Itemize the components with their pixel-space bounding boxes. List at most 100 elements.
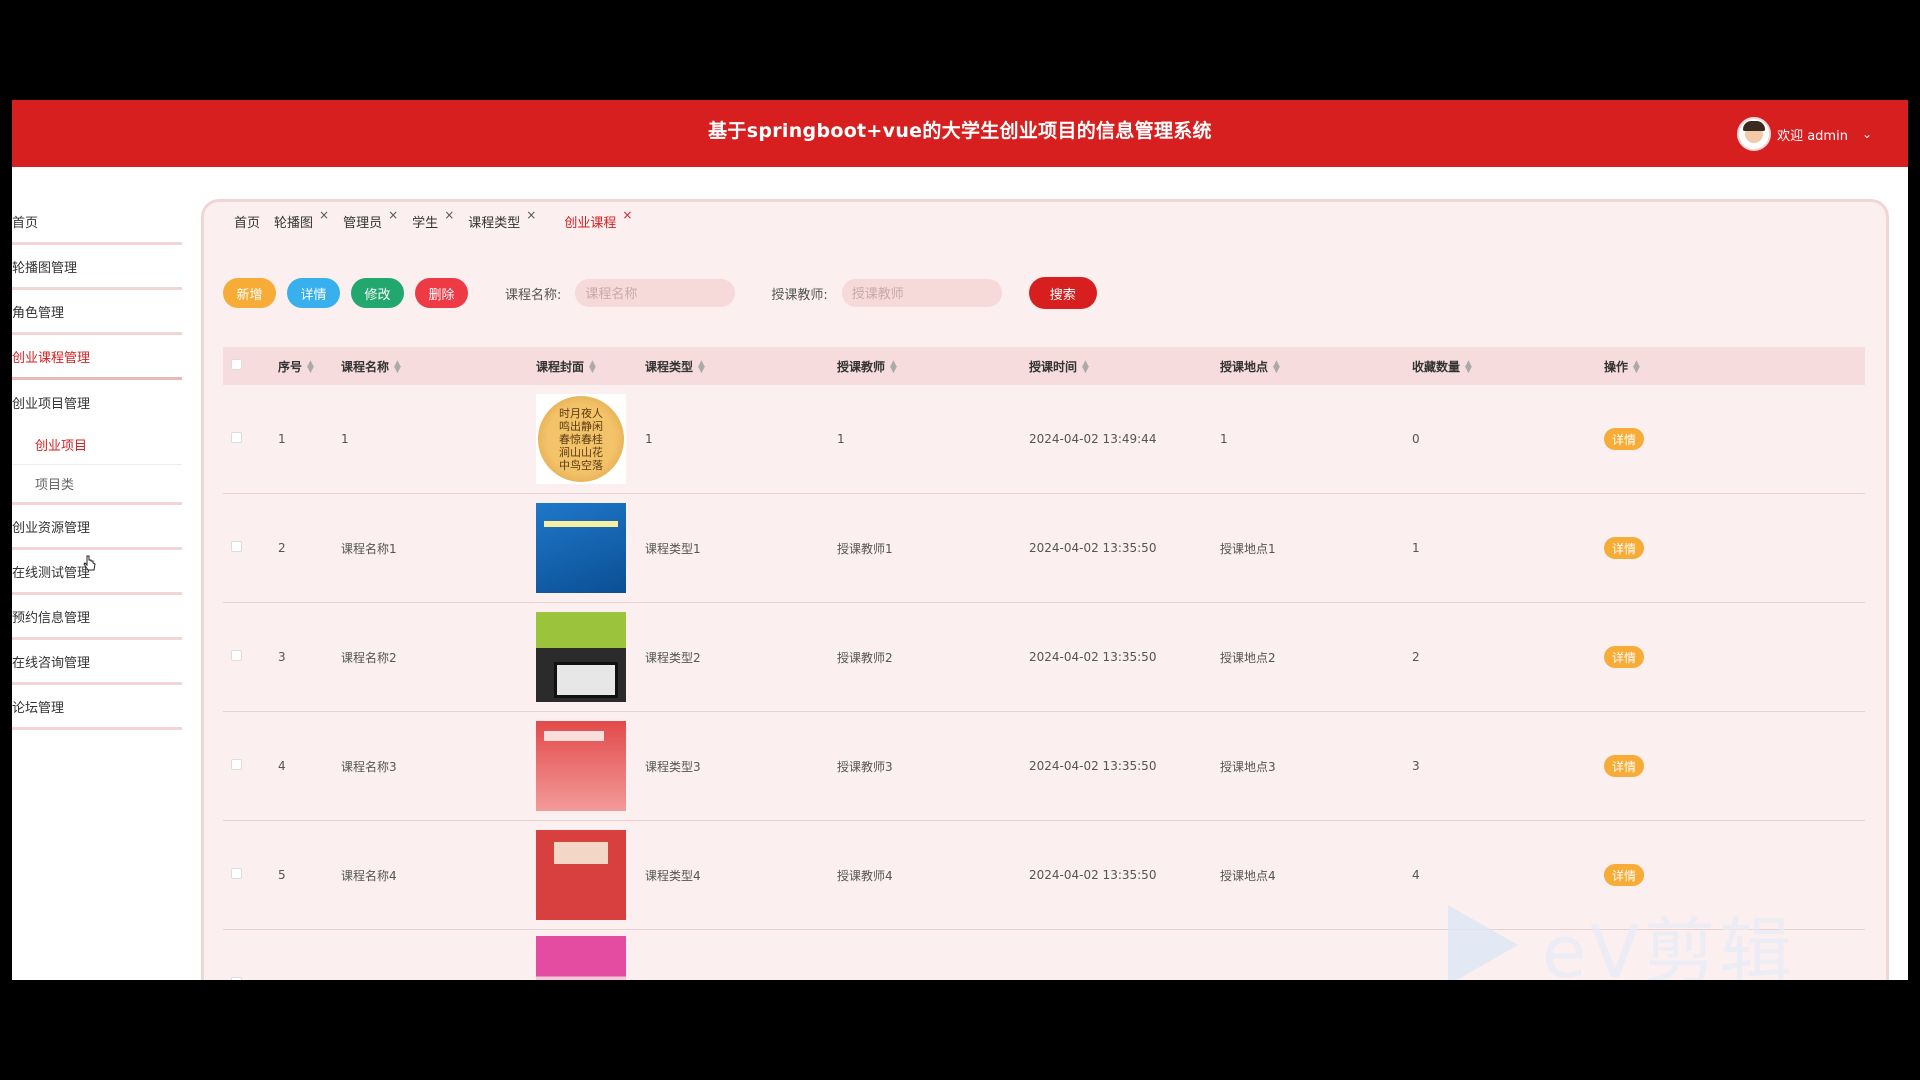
cell-name: 课程名称2 [341, 650, 397, 665]
sort-icon[interactable]: ▲ ▼ [698, 360, 705, 375]
cell-type: 课程类型4 [645, 868, 701, 883]
search-button[interactable]: 搜索 [1028, 277, 1097, 309]
sort-icon[interactable]: ▲ ▼ [307, 360, 314, 375]
cell-no: 2 [278, 541, 286, 555]
course-cover-image: 时月夜人 鸣出静闲 春惊春桂 涧山山花 中鸟空落 [536, 394, 626, 484]
close-icon[interactable]: × [622, 208, 632, 222]
sidebar-item-label: 在线咨询管理 [12, 655, 91, 671]
chevron-down-icon[interactable]: ⌄ [1862, 127, 1872, 141]
tab-home[interactable]: 首页 [234, 212, 260, 231]
row-checkbox[interactable] [231, 977, 242, 980]
sort-icon[interactable]: ▲ ▼ [394, 360, 401, 375]
toolbar: 新增 详情 修改 删除 课程名称: 授课教师: 搜索 [223, 277, 1108, 309]
cell-name: 课程名称4 [341, 868, 397, 883]
tab-student[interactable]: 学生 × [412, 208, 454, 231]
sort-icon[interactable]: ▲ ▼ [589, 360, 596, 375]
sidebar-item-label: 论坛管理 [12, 700, 65, 716]
sidebar-item-home[interactable]: 首页 [12, 200, 182, 245]
cell-time: 2024-04-02 13:35:50 [1029, 650, 1157, 664]
top-header: 基于springboot+vue的大学生创业项目的信息管理系统 欢迎 admin… [12, 100, 1908, 167]
cell-fav: 1 [1412, 541, 1420, 555]
row-checkbox[interactable] [231, 868, 242, 879]
sidebar-item-carousel[interactable]: 轮播图管理 [12, 245, 182, 290]
user-menu[interactable]: 欢迎 admin ⌄ [1737, 117, 1872, 151]
teacher-input[interactable] [841, 279, 1002, 307]
app-window: 基于springboot+vue的大学生创业项目的信息管理系统 欢迎 admin… [12, 100, 1908, 980]
sidebar-item-projects[interactable]: 创业项目管理 [12, 380, 182, 425]
avatar[interactable] [1737, 117, 1772, 151]
header-cover[interactable]: 课程封面 ▲ ▼ [536, 358, 645, 375]
sort-icon[interactable]: ▲ ▼ [1082, 360, 1089, 375]
header-place[interactable]: 授课地点 ▲ ▼ [1220, 358, 1412, 375]
close-icon[interactable]: × [526, 208, 536, 222]
header-time[interactable]: 授课时间 ▲ ▼ [1029, 358, 1220, 375]
close-icon[interactable]: × [444, 208, 454, 222]
sort-icon[interactable]: ▲ ▼ [1465, 360, 1472, 375]
sort-icon[interactable]: ▲ ▼ [890, 360, 897, 375]
row-checkbox[interactable] [231, 650, 242, 661]
row-checkbox[interactable] [231, 759, 242, 770]
sidebar-item-consult[interactable]: 在线咨询管理 [12, 640, 182, 685]
cell-no: 5 [278, 868, 286, 882]
sidebar-item-label: 轮播图管理 [12, 260, 78, 276]
sidebar-item-forum[interactable]: 论坛管理 [12, 685, 182, 730]
sidebar-item-resources[interactable]: 创业资源管理 [12, 505, 182, 550]
table-header: 序号 ▲ ▼ 课程名称 ▲ ▼ 课程封面 ▲ ▼ 课程类型 ▲ ▼ 授课教师 ▲ ▼ 授课时间 ▲ ▼ … [223, 347, 1865, 385]
detail-button[interactable]: 详情 [287, 278, 340, 308]
cell-place: 授课地点3 [1220, 759, 1276, 774]
sort-icon[interactable]: ▲ ▼ [1633, 360, 1640, 375]
close-icon[interactable]: × [388, 208, 398, 222]
add-button[interactable]: 新增 [223, 278, 276, 308]
course-name-input[interactable] [575, 279, 736, 307]
delete-button[interactable]: 删除 [415, 278, 468, 308]
sidebar-subitem-project[interactable]: 创业项目 [12, 425, 182, 465]
tab-carousel[interactable]: 轮播图 × [274, 208, 329, 231]
edit-button[interactable]: 修改 [351, 278, 404, 308]
header-fav[interactable]: 收藏数量 ▲ ▼ [1412, 358, 1604, 375]
tab-courses[interactable]: 创业课程 × [564, 208, 632, 231]
course-cover-image [536, 612, 626, 702]
row-detail-button[interactable]: 详情 [1604, 864, 1645, 886]
row-checkbox[interactable] [231, 541, 242, 552]
table-row[interactable]: 1 1 时月夜人 鸣出静闲 春惊春桂 涧山山花 中鸟空落 1 1 2024-04… [223, 385, 1865, 494]
content-panel: 首页 轮播图 × 管理员 × 学生 × 课程类型 × 创业课程 × 新增 详情 修改 删除… [201, 199, 1889, 980]
sidebar-subitem-project-type[interactable]: 项目类 [12, 465, 182, 505]
close-icon[interactable]: × [319, 208, 329, 222]
row-checkbox[interactable] [231, 432, 242, 443]
sidebar-subitem-label: 项目类 [35, 478, 75, 493]
cell-fav: 2 [1412, 650, 1420, 664]
tab-admin[interactable]: 管理员 × [343, 208, 398, 231]
tab-label: 学生 [412, 216, 439, 231]
header-teacher[interactable]: 授课教师 ▲ ▼ [837, 358, 1029, 375]
row-detail-button[interactable]: 详情 [1604, 537, 1645, 559]
cell-name: 1 [341, 432, 349, 446]
cell-time: 2024-04-02 13:49:44 [1029, 432, 1157, 446]
header-no[interactable]: 序号 ▲ ▼ [278, 358, 341, 375]
header-type[interactable]: 课程类型 ▲ ▼ [645, 358, 837, 375]
sidebar-item-reservations[interactable]: 预约信息管理 [12, 595, 182, 640]
sidebar-item-label: 预约信息管理 [12, 610, 91, 626]
table-row[interactable]: 4 课程名称3 课程类型3 授课教师3 2024-04-02 13:35:50 … [223, 712, 1865, 821]
mouse-cursor-icon [83, 555, 96, 571]
select-all-checkbox[interactable] [231, 359, 242, 370]
header-name[interactable]: 课程名称 ▲ ▼ [341, 358, 536, 375]
cell-name: 课程名称1 [341, 541, 397, 556]
cell-teacher: 1 [837, 432, 845, 446]
tab-label: 创业课程 [564, 216, 617, 231]
table-row[interactable]: 3 课程名称2 课程类型2 授课教师2 2024-04-02 13:35:50 … [223, 603, 1865, 712]
sidebar-item-courses[interactable]: 创业课程管理 [12, 335, 182, 380]
row-detail-button[interactable]: 详情 [1604, 755, 1645, 777]
sidebar-item-roles[interactable]: 角色管理 [12, 290, 182, 335]
sort-icon[interactable]: ▲ ▼ [1273, 360, 1280, 375]
sidebar-item-online-test[interactable]: 在线测试管理 [12, 550, 182, 595]
cell-teacher: 授课教师3 [837, 759, 893, 774]
row-detail-button[interactable]: 详情 [1604, 646, 1645, 668]
system-title: 基于springboot+vue的大学生创业项目的信息管理系统 [708, 120, 1212, 142]
tab-course-type[interactable]: 课程类型 × [468, 208, 536, 231]
sidebar: 首页 轮播图管理 角色管理 创业课程管理 创业项目管理 创业项目 项目类 创业资… [12, 200, 182, 730]
cell-time: 2024-04-02 13:35:50 [1029, 759, 1157, 773]
welcome-text: 欢迎 admin [1777, 128, 1848, 144]
row-detail-button[interactable]: 详情 [1604, 428, 1645, 450]
table-row[interactable]: 2 课程名称1 课程类型1 授课教师1 2024-04-02 13:35:50 … [223, 494, 1865, 603]
header-op[interactable]: 操作 ▲ ▼ [1604, 358, 1865, 375]
